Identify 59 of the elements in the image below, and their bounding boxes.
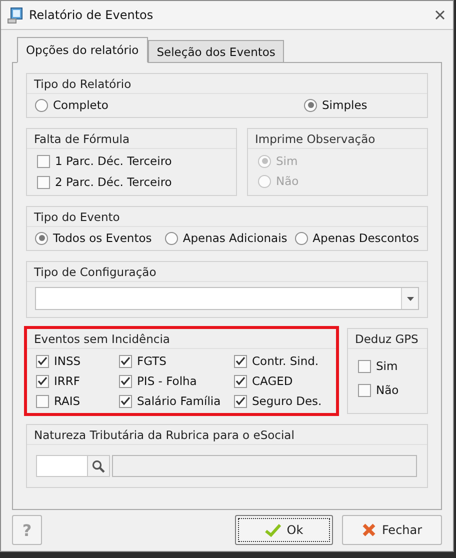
checkmark-icon [264, 524, 281, 536]
radio-button[interactable] [304, 98, 317, 112]
checkbox[interactable] [234, 354, 247, 368]
checkbox[interactable] [37, 176, 50, 188]
close-button[interactable]: Fechar [342, 515, 442, 545]
checkbox-label: Salário Família [137, 394, 221, 408]
checkbox-label: Seguro Des. [252, 394, 322, 408]
radio-label: Apenas Adicionais [182, 231, 288, 245]
checkbox[interactable] [358, 360, 371, 372]
dropdown-field[interactable] [35, 287, 419, 310]
search-button[interactable] [88, 455, 110, 477]
checkbox-label: IRRF [54, 374, 80, 388]
radio-label: Não [276, 174, 299, 188]
ok-button[interactable]: Ok [235, 515, 333, 545]
group-title: Imprime Observação [248, 129, 427, 149]
radio-label: Simples [322, 98, 368, 112]
checkbox-label: 2 Parc. Déc. Terceiro [55, 175, 172, 189]
group-title: Falta de Fórmula [27, 129, 236, 149]
group-title: Eventos sem Incidência [27, 329, 336, 349]
checkbox[interactable] [36, 394, 49, 408]
group-title: Tipo do Relatório [27, 74, 427, 94]
radio-label: Sim [276, 154, 298, 168]
radio-label: Apenas Descontos [312, 231, 419, 245]
checkbox[interactable] [36, 374, 49, 388]
checkbox-label: INSS [54, 354, 81, 368]
group-title: Natureza Tributária da Rubrica para o eSocial [27, 425, 427, 445]
radio-button[interactable] [164, 232, 178, 244]
checkbox[interactable] [358, 384, 371, 396]
checkbox[interactable] [234, 374, 247, 388]
radio-label: Todos os Eventos [53, 231, 152, 245]
checkbox[interactable] [234, 394, 247, 408]
checkbox[interactable] [36, 354, 49, 368]
radio-button[interactable] [294, 232, 308, 244]
checkbox-label: CAGED [252, 374, 293, 388]
checkbox[interactable] [119, 374, 132, 388]
checkbox-label: PIS - Folha [137, 374, 197, 388]
radio-button[interactable] [35, 232, 48, 244]
close-icon [362, 523, 376, 537]
close-icon[interactable] [435, 10, 445, 20]
search-icon [92, 460, 105, 472]
code-field[interactable] [36, 455, 88, 477]
group-title: Tipo do Evento [27, 207, 427, 227]
tab[interactable]: Seleção dos Eventos [148, 40, 284, 62]
radio-button[interactable] [35, 98, 48, 112]
checkbox-label: Sim [376, 359, 398, 373]
checkbox-label: Contr. Sind. [252, 354, 319, 368]
group-title: Tipo de Configuração [27, 262, 427, 282]
checkbox-label: 1 Parc. Déc. Terceiro [55, 154, 172, 168]
checkbox-label: FGTS [137, 354, 166, 368]
checkbox[interactable] [119, 354, 132, 368]
group-title: Deduz GPS [348, 329, 427, 349]
checkbox-label: RAIS [54, 394, 80, 408]
window-title: Relatório de Eventos [29, 8, 154, 22]
app-icon [7, 6, 25, 24]
checkbox[interactable] [119, 394, 132, 408]
tab[interactable]: Opções do relatório [17, 37, 148, 63]
radio-label: Completo [53, 98, 108, 112]
checkbox-label: Não [376, 383, 399, 397]
checkbox[interactable] [37, 154, 50, 168]
